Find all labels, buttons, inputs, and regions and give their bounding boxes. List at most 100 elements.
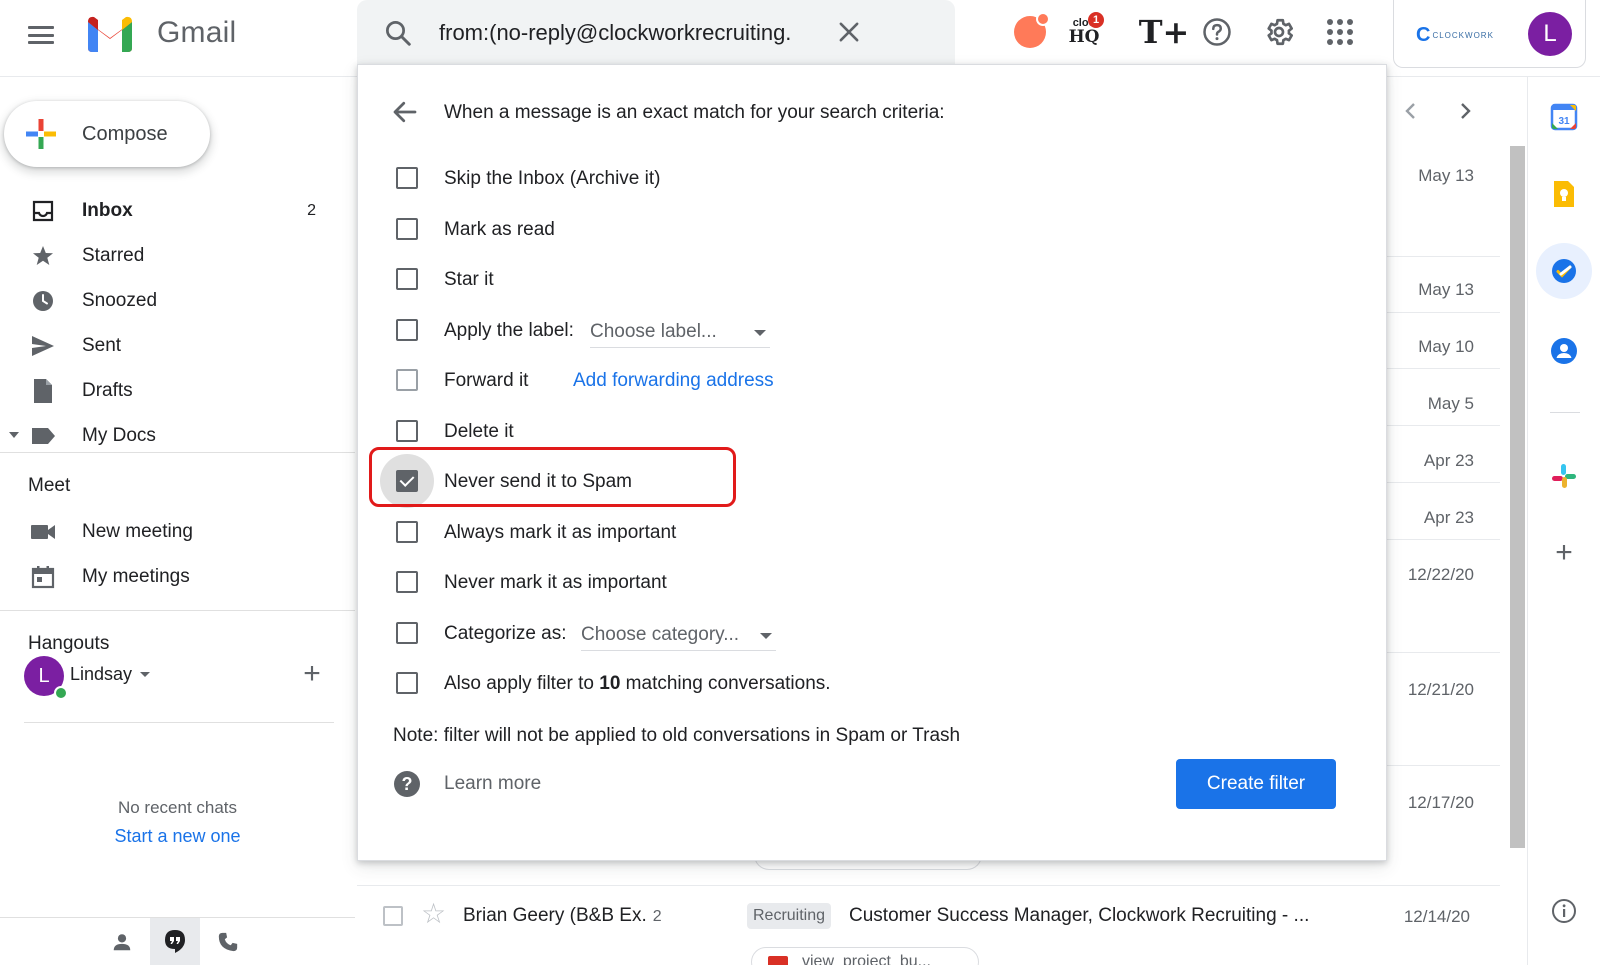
phone-tab-icon[interactable] xyxy=(203,918,253,965)
no-recent-chats: No recent chats xyxy=(117,798,238,817)
add-forwarding-address-link[interactable]: Add forwarding address xyxy=(573,370,774,392)
delete-it-checkbox[interactable] xyxy=(396,420,418,442)
sidebar-item-label: Inbox xyxy=(82,200,133,221)
hangouts-user-name: Lindsay xyxy=(70,664,133,684)
google-calendar-icon[interactable]: 31 xyxy=(1542,95,1586,139)
mail-list-scrollbar[interactable] xyxy=(1510,146,1525,848)
table-row[interactable]: ☆ Brian Geery (B&B Ex. 2 Recruiting Custo… xyxy=(357,885,1500,965)
chevron-down-icon[interactable] xyxy=(140,672,150,677)
skip-inbox-checkbox[interactable] xyxy=(396,167,418,189)
google-contacts-icon[interactable] xyxy=(1542,329,1586,373)
sidebar-item-my-docs[interactable]: My Docs xyxy=(0,413,355,452)
sidebar-item-label: Starred xyxy=(82,245,145,266)
annotation-highlight xyxy=(369,447,736,507)
star-icon[interactable]: ☆ xyxy=(421,900,446,928)
filter-note: Note: filter will not be applied to old … xyxy=(393,725,961,746)
draft-icon xyxy=(30,378,56,404)
search-input[interactable]: from:(no-reply@clockworkrecruiting. xyxy=(439,20,791,46)
star-it-checkbox[interactable] xyxy=(396,268,418,290)
tplus-extension-icon[interactable]: T+ xyxy=(1139,12,1190,52)
choose-label-dropdown[interactable]: Choose label... xyxy=(590,318,770,348)
apply-to-matching-checkbox[interactable] xyxy=(396,672,418,694)
online-status-dot xyxy=(54,686,68,700)
settings-gear-icon[interactable] xyxy=(1259,12,1299,52)
account-area: C CLOCKWORK L xyxy=(1393,0,1586,68)
sidebar-item-sent[interactable]: Sent xyxy=(0,323,355,367)
hangouts-divider xyxy=(24,722,334,723)
calendar-day-text: 31 xyxy=(1558,116,1570,127)
calendar-icon xyxy=(30,564,56,590)
cloudhq-badge: 1 xyxy=(1088,12,1104,28)
hangouts-tab-icon[interactable] xyxy=(150,918,200,965)
contacts-tab-icon[interactable] xyxy=(97,918,147,965)
clock-icon xyxy=(30,288,56,314)
meet-item-new-meeting[interactable]: New meeting xyxy=(0,511,355,553)
start-new-chat-link[interactable]: Start a new one xyxy=(0,826,355,847)
gmail-logo[interactable] xyxy=(84,14,136,52)
google-apps-icon[interactable] xyxy=(1320,12,1360,52)
choose-category-dropdown[interactable]: Choose category... xyxy=(581,621,776,651)
newer-page-icon[interactable] xyxy=(1397,98,1423,124)
option-label: Skip the Inbox (Archive it) xyxy=(444,168,661,189)
filter-option-never-important: Never mark it as important xyxy=(358,562,1388,602)
compose-button[interactable]: Compose xyxy=(4,101,210,167)
dropdown-value: Choose category... xyxy=(581,624,740,645)
gmail-wordmark: Gmail xyxy=(157,16,237,49)
google-keep-icon[interactable] xyxy=(1542,172,1586,216)
email-date: May 5 xyxy=(1427,394,1474,413)
filter-option-forward: Forward it Add forwarding address xyxy=(358,360,1388,400)
help-icon[interactable] xyxy=(1197,12,1237,52)
create-filter-button[interactable]: Create filter xyxy=(1176,759,1336,809)
expand-caret-icon[interactable] xyxy=(8,431,20,439)
sidebar-divider xyxy=(0,610,355,611)
row-select-checkbox[interactable] xyxy=(383,906,403,926)
side-panel: 31 + xyxy=(1527,77,1600,965)
google-tasks-icon[interactable] xyxy=(1536,243,1592,299)
search-icon[interactable] xyxy=(383,18,413,48)
meet-item-my-meetings[interactable]: My meetings xyxy=(0,556,355,598)
sidebar-item-label: Snoozed xyxy=(82,290,158,311)
email-subject: Customer Success Manager, Clockwork Recr… xyxy=(849,905,1310,926)
email-date: 12/22/20 xyxy=(1407,565,1474,584)
slack-icon[interactable] xyxy=(1542,454,1586,498)
attachment-chip[interactable]: view_project_bu... xyxy=(751,947,979,965)
sidebar-item-starred[interactable]: Starred xyxy=(0,233,355,277)
clear-search-icon[interactable] xyxy=(835,18,863,46)
compose-label: Compose xyxy=(82,123,168,145)
email-label-badge[interactable]: Recruiting xyxy=(747,903,832,929)
forward-it-checkbox[interactable] xyxy=(396,369,418,391)
cloudhq-extension-icon[interactable]: clou HQ 1 xyxy=(1064,12,1104,52)
apply-label-checkbox[interactable] xyxy=(396,319,418,341)
option-label: Categorize as: xyxy=(444,623,567,644)
option-label: Also apply filter to 10 matching convers… xyxy=(444,673,831,695)
filter-option-mark-read: Mark as read xyxy=(358,209,1388,249)
hangouts-user[interactable]: L Lindsay + xyxy=(24,654,344,700)
hubspot-extension-icon[interactable] xyxy=(1010,12,1050,52)
attachment-name: view_project_bu... xyxy=(802,953,931,965)
mark-read-checkbox[interactable] xyxy=(396,218,418,240)
info-icon[interactable] xyxy=(1542,889,1586,933)
search-bar[interactable]: from:(no-reply@clockworkrecruiting. xyxy=(357,0,955,66)
main-menu-icon[interactable] xyxy=(26,20,56,50)
matching-count: 10 xyxy=(599,673,621,694)
sidebar-item-drafts[interactable]: Drafts xyxy=(0,368,355,412)
sidebar-item-inbox[interactable]: Inbox 2 xyxy=(0,188,355,232)
side-panel-divider xyxy=(1550,412,1580,413)
add-chat-icon[interactable]: + xyxy=(297,659,327,690)
option-label: Star it xyxy=(444,269,494,290)
always-important-checkbox[interactable] xyxy=(396,521,418,543)
never-important-checkbox[interactable] xyxy=(396,571,418,593)
account-avatar[interactable]: L xyxy=(1528,12,1572,56)
older-page-icon[interactable] xyxy=(1453,98,1479,124)
sidebar-bottom-bar xyxy=(0,917,355,965)
email-date: May 10 xyxy=(1418,337,1474,356)
filter-option-apply-label: Apply the label: Choose label... xyxy=(358,310,1388,350)
email-date: 12/21/20 xyxy=(1407,680,1474,699)
filter-option-apply-existing: Also apply filter to 10 matching convers… xyxy=(358,663,1388,703)
sidebar-item-snoozed[interactable]: Snoozed xyxy=(0,278,355,322)
categorize-checkbox[interactable] xyxy=(396,622,418,644)
row-separator xyxy=(1380,312,1500,313)
back-arrow-icon[interactable] xyxy=(390,97,420,127)
learn-more-link[interactable]: Learn more xyxy=(444,773,541,795)
add-addon-icon[interactable]: + xyxy=(1542,531,1586,575)
